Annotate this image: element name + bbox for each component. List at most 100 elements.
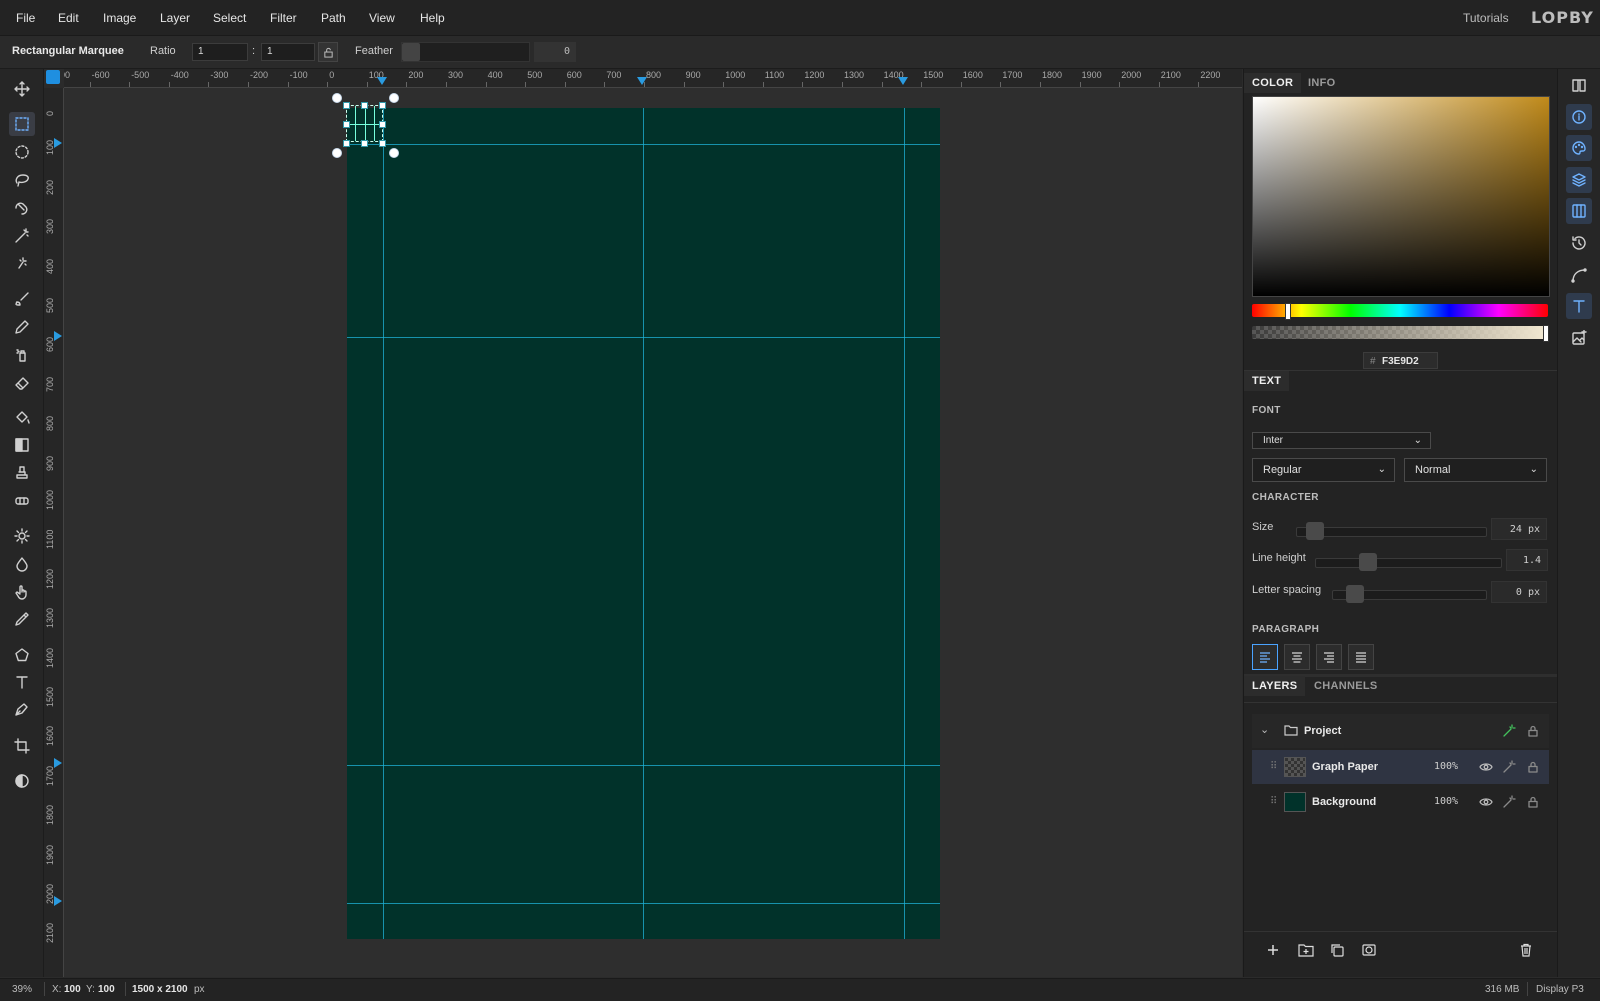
guide-marker-top[interactable] <box>898 77 908 85</box>
eraser-tool[interactable] <box>9 371 35 395</box>
guide-marker-left[interactable] <box>54 758 62 768</box>
guide-horizontal[interactable] <box>347 337 940 338</box>
resize-handle[interactable] <box>343 121 350 128</box>
line-height-slider-thumb[interactable] <box>1359 553 1377 571</box>
resize-handle[interactable] <box>343 102 350 109</box>
pencil-tool[interactable] <box>9 315 35 339</box>
guide-horizontal[interactable] <box>347 144 940 145</box>
hue-slider-thumb[interactable] <box>1285 303 1291 320</box>
eye-icon[interactable] <box>1479 795 1493 809</box>
burn-tool[interactable] <box>9 552 35 576</box>
align-center-button[interactable] <box>1284 644 1310 670</box>
alpha-slider[interactable] <box>1252 325 1549 342</box>
layer-name[interactable]: Graph Paper <box>1312 761 1378 773</box>
rectangular-marquee-tool[interactable] <box>9 112 35 136</box>
effects-icon[interactable] <box>1502 724 1516 738</box>
shape-tool[interactable] <box>9 643 35 667</box>
effects-icon[interactable] <box>1502 795 1516 809</box>
menu-layer[interactable]: Layer <box>160 11 190 25</box>
move-tool[interactable] <box>9 77 35 101</box>
letter-spacing-slider-thumb[interactable] <box>1346 585 1364 603</box>
image-panel-button[interactable] <box>1566 325 1592 351</box>
ratio-lock-button[interactable] <box>318 42 338 62</box>
paint-bucket-tool[interactable] <box>9 405 35 429</box>
menu-select[interactable]: Select <box>213 11 246 25</box>
crop-tool[interactable] <box>9 734 35 758</box>
feather-slider-thumb[interactable] <box>402 43 420 61</box>
layers-panel-button[interactable] <box>1566 167 1592 193</box>
tab-info[interactable]: INFO <box>1300 73 1343 93</box>
size-slider-thumb[interactable] <box>1306 522 1324 540</box>
patch-tool[interactable] <box>9 489 35 513</box>
ruler-corner[interactable] <box>46 70 60 84</box>
ratio-height-input[interactable]: 1 <box>261 43 315 61</box>
channels-panel-button[interactable] <box>1566 198 1592 224</box>
guide-vertical[interactable] <box>643 108 644 939</box>
delete-layer-button[interactable] <box>1519 943 1533 960</box>
history-panel-button[interactable] <box>1566 230 1592 256</box>
magic-wand-tool[interactable] <box>9 224 35 248</box>
selection-marquee[interactable] <box>346 105 383 142</box>
quick-select-tool[interactable] <box>9 251 35 275</box>
dodge-tool[interactable] <box>9 524 35 548</box>
drag-handle-icon[interactable]: ⠿ <box>1270 761 1277 772</box>
layer-row-graph-paper[interactable]: ⠿ Graph Paper 100% <box>1252 750 1549 784</box>
rotate-handle[interactable] <box>389 93 399 103</box>
resize-handle[interactable] <box>361 102 368 109</box>
resize-handle[interactable] <box>379 121 386 128</box>
gradient-tool[interactable] <box>9 433 35 457</box>
guide-marker-top[interactable] <box>637 77 647 85</box>
lock-icon[interactable] <box>1526 724 1540 738</box>
color-panel-button[interactable] <box>1566 135 1592 161</box>
magnetic-lasso-tool[interactable] <box>9 196 35 220</box>
chevron-down-icon[interactable]: ⌄ <box>1260 723 1269 736</box>
guide-horizontal[interactable] <box>347 765 940 766</box>
align-left-button[interactable] <box>1252 644 1278 670</box>
zoom-level[interactable]: 39% <box>12 984 32 995</box>
ratio-width-input[interactable]: 1 <box>192 43 248 61</box>
menu-image[interactable]: Image <box>103 11 136 25</box>
letter-spacing-input[interactable]: 0 px <box>1491 581 1547 603</box>
vertical-ruler[interactable]: 0 100 200 300 400 500 600 700 800 900 1000 1100 1200… <box>44 88 64 977</box>
effects-icon[interactable] <box>1502 760 1516 774</box>
menu-view[interactable]: View <box>369 11 395 25</box>
resize-handle[interactable] <box>379 102 386 109</box>
canvas-workspace[interactable] <box>64 88 1242 977</box>
guide-horizontal[interactable] <box>347 903 940 904</box>
tab-text[interactable]: TEXT <box>1244 371 1290 391</box>
layer-opacity[interactable]: 100% <box>1434 761 1458 772</box>
color-saturation-field[interactable] <box>1252 96 1550 297</box>
guide-marker-left[interactable] <box>54 331 62 341</box>
font-style-select[interactable]: Normal ⌄ <box>1404 458 1547 482</box>
stamp-tool[interactable] <box>9 461 35 485</box>
menu-edit[interactable]: Edit <box>58 11 79 25</box>
book-button[interactable] <box>1566 72 1592 98</box>
text-panel-button[interactable] <box>1566 293 1592 319</box>
horizontal-ruler[interactable]: -700-600-500-400-300-200-100010020030040… <box>64 69 1242 88</box>
spray-tool[interactable] <box>9 343 35 367</box>
resize-handle[interactable] <box>343 140 350 147</box>
layer-mask-button[interactable] <box>1362 943 1376 960</box>
tab-layers[interactable]: LAYERS <box>1244 676 1306 696</box>
feather-value-input[interactable]: 0 <box>534 42 576 62</box>
font-weight-select[interactable]: Regular ⌄ <box>1252 458 1395 482</box>
add-group-button[interactable] <box>1298 943 1314 960</box>
smudge-tool[interactable] <box>9 580 35 604</box>
menu-path[interactable]: Path <box>321 11 346 25</box>
tutorials-link[interactable]: Tutorials <box>1463 11 1509 25</box>
guide-vertical[interactable] <box>383 108 384 939</box>
rotate-handle[interactable] <box>332 93 342 103</box>
info-panel-button[interactable] <box>1566 104 1592 130</box>
drag-handle-icon[interactable]: ⠿ <box>1270 796 1277 807</box>
size-input[interactable]: 24 px <box>1491 518 1547 540</box>
hex-input[interactable]: # F3E9D2 <box>1363 352 1438 369</box>
layer-name[interactable]: Background <box>1312 796 1376 808</box>
align-justify-button[interactable] <box>1348 644 1374 670</box>
align-right-button[interactable] <box>1316 644 1342 670</box>
brush-tool[interactable] <box>9 287 35 311</box>
rotate-handle[interactable] <box>332 148 342 158</box>
lasso-tool[interactable] <box>9 168 35 192</box>
layer-opacity[interactable]: 100% <box>1434 796 1458 807</box>
guide-marker-left[interactable] <box>54 896 62 906</box>
lock-icon[interactable] <box>1526 760 1540 774</box>
